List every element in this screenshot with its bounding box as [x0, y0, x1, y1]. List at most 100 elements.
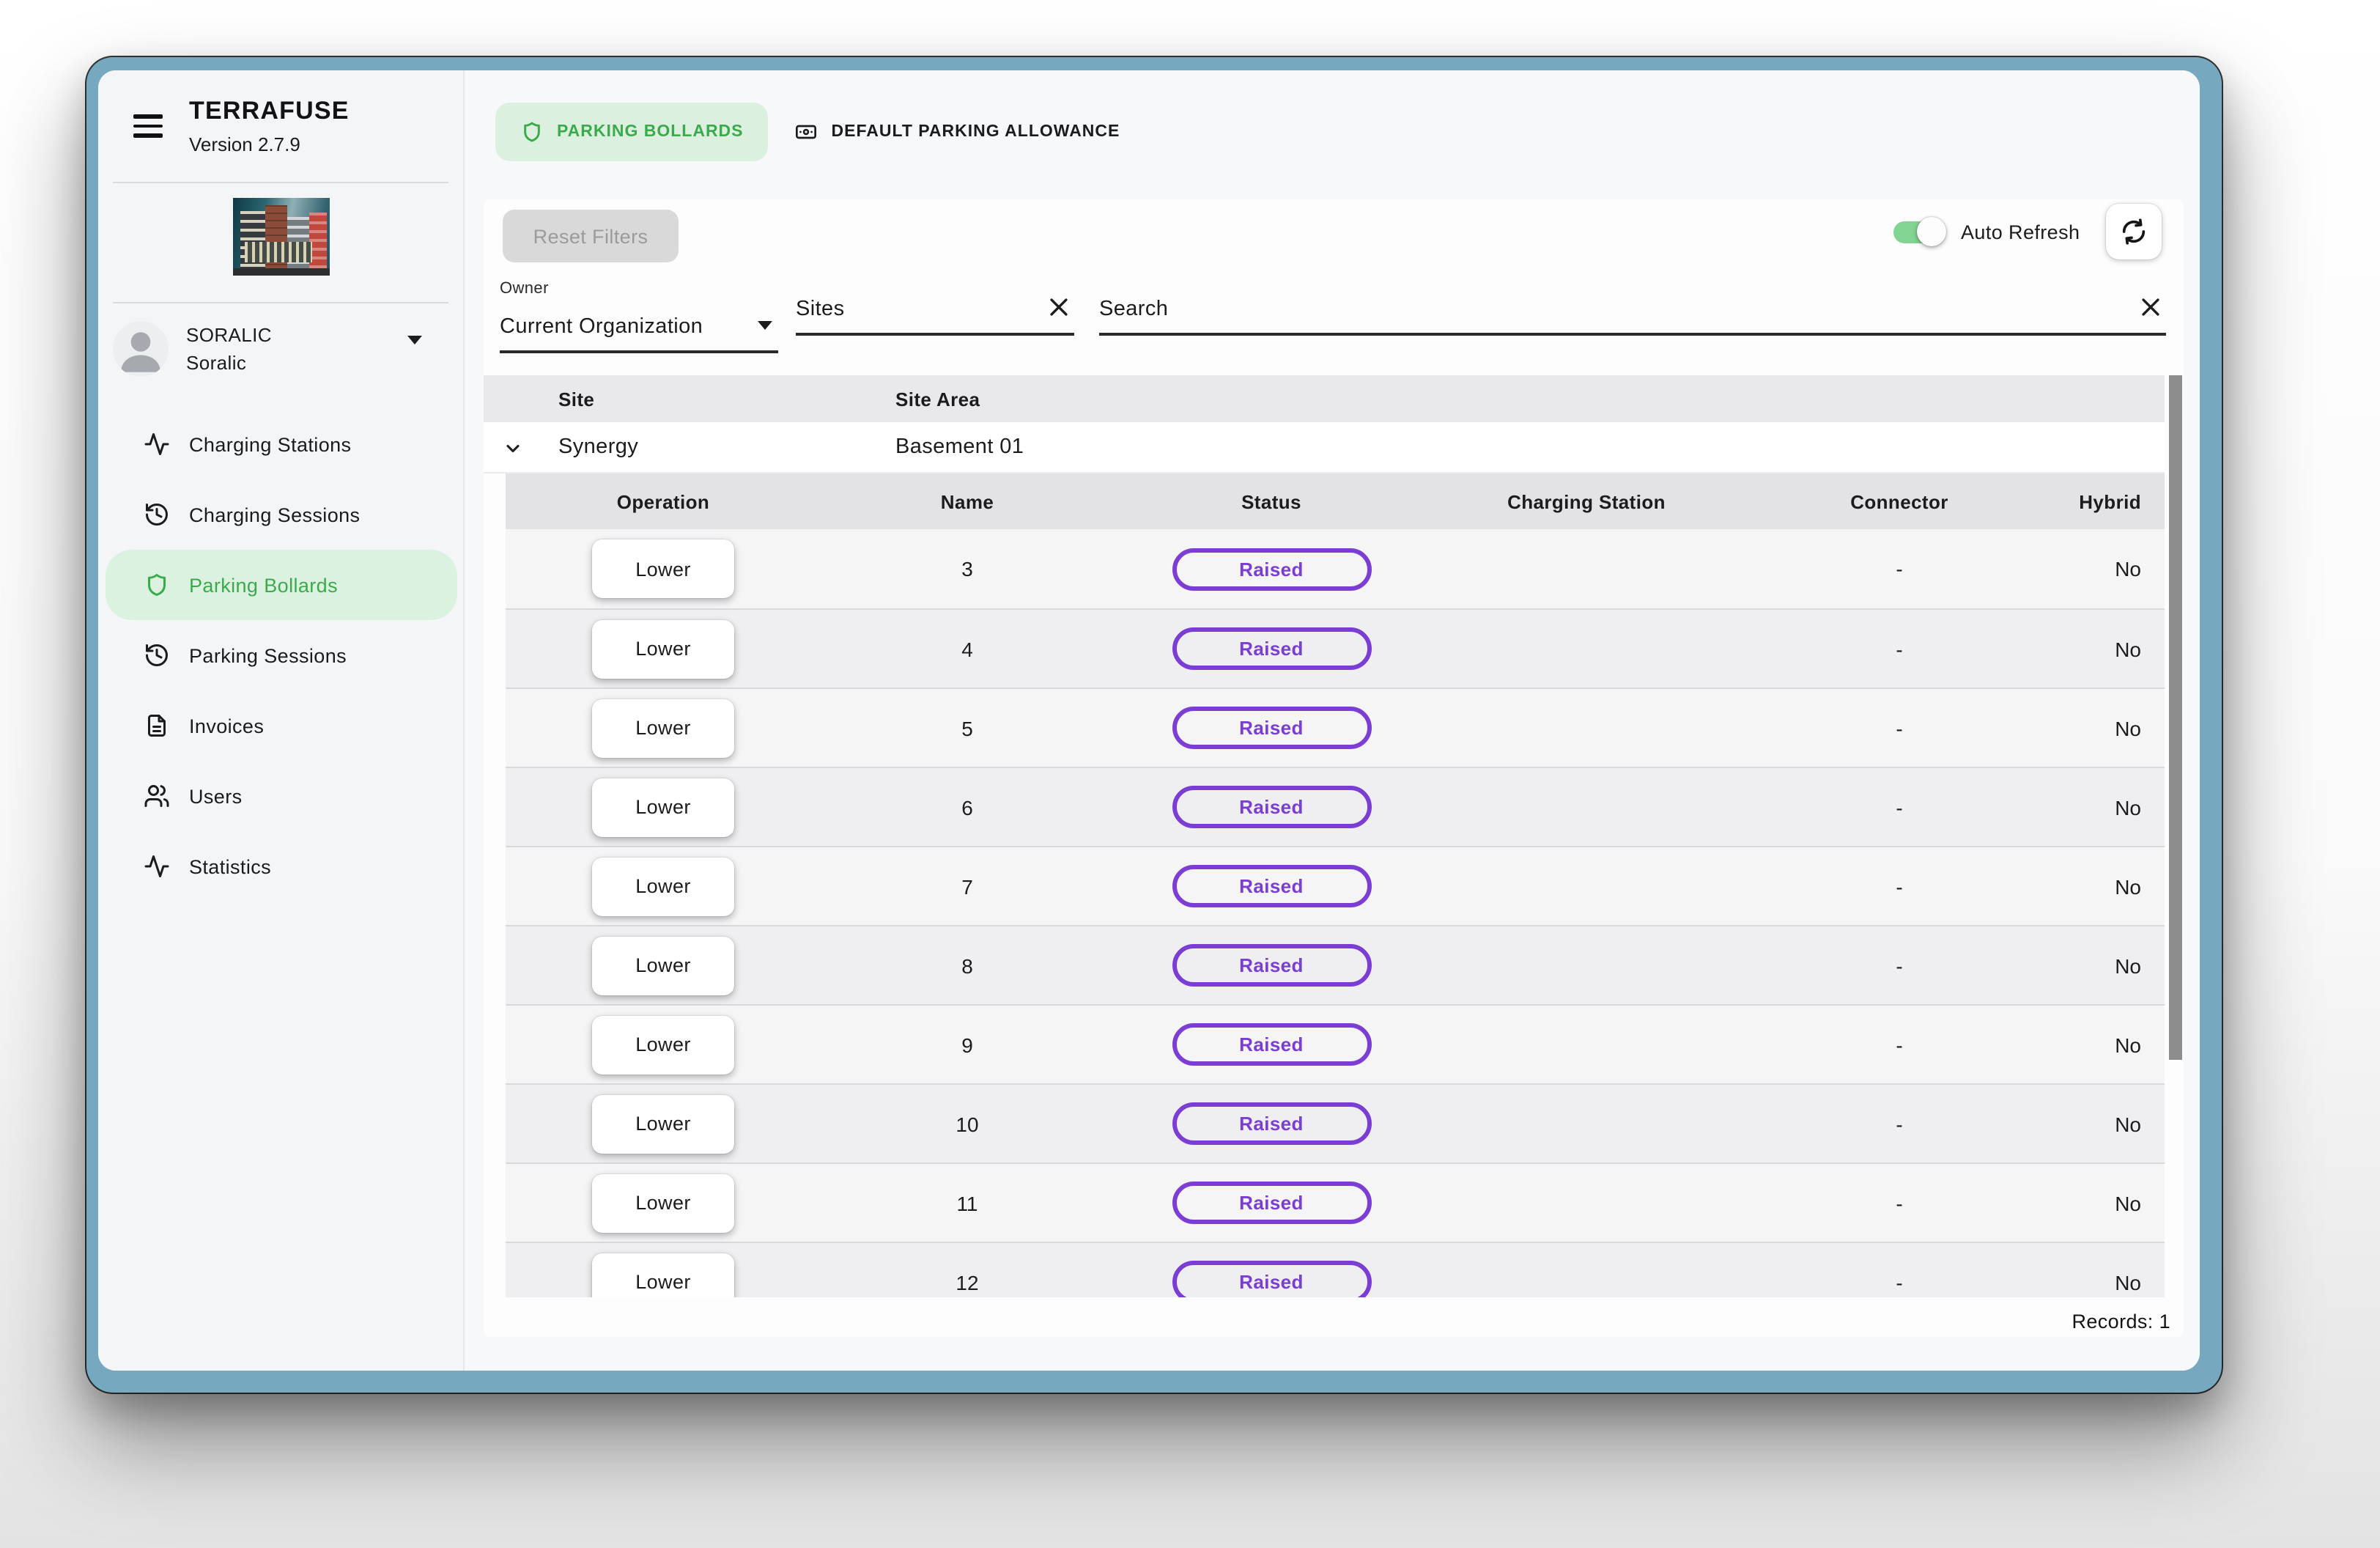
name-cell: 12 [821, 1270, 1114, 1294]
search-filter[interactable]: Search [1099, 292, 2166, 327]
outer-table-header: Site Site Area [484, 375, 2165, 422]
sites-filter[interactable]: Sites [796, 292, 1074, 327]
app-window: TERRAFUSE Version 2.7.9 [86, 57, 2222, 1393]
collapse-chevron-icon[interactable] [503, 438, 523, 459]
status-badge: Raised [1172, 1261, 1371, 1297]
sidebar-item-charging-stations[interactable]: Charging Stations [98, 409, 463, 479]
hybrid-cell: No [2055, 1270, 2165, 1294]
profile-user: Soralic [186, 352, 272, 374]
search-input[interactable]: Search [1099, 298, 1168, 321]
table-scrollbar-thumb[interactable] [2169, 375, 2182, 1060]
sidebar-item-label: Parking Bollards [189, 574, 338, 596]
auto-refresh-toggle[interactable] [1893, 221, 1943, 243]
toggle-knob [1917, 216, 1946, 246]
lower-button[interactable]: Lower [592, 778, 734, 836]
site-name: Synergy [558, 435, 638, 459]
field-underline [1099, 333, 2166, 336]
lower-button[interactable]: Lower [592, 699, 734, 757]
sidebar-item-statistics[interactable]: Statistics [98, 831, 463, 902]
table-row: Lower 3 Raised - No [506, 529, 2165, 608]
status-badge: Raised [1172, 865, 1371, 907]
owner-label: Owner [500, 280, 778, 298]
lower-button[interactable]: Lower [592, 539, 734, 598]
status-cell: Raised [1114, 627, 1429, 670]
profile-org: SORALIC [186, 324, 272, 346]
content-card: Reset Filters Auto Refresh [484, 199, 2184, 1337]
status-cell: Raised [1114, 1182, 1429, 1224]
owner-filter[interactable]: Owner Current Organization [500, 280, 778, 344]
hybrid-cell: No [2055, 874, 2165, 898]
clear-icon[interactable] [1046, 295, 1071, 320]
site-area-name: Basement 01 [895, 435, 1024, 459]
sidebar-item-parking-bollards[interactable]: Parking Bollards [106, 550, 457, 620]
hybrid-cell: No [2055, 557, 2165, 580]
status-badge: Raised [1172, 627, 1371, 670]
file-text-icon [144, 712, 170, 739]
reset-filters-button[interactable]: Reset Filters [503, 210, 679, 262]
connector-cell: - [1744, 557, 2055, 580]
column-header-name: Name [821, 490, 1114, 512]
status-cell: Raised [1114, 865, 1429, 907]
auto-refresh-control: Auto Refresh [1893, 211, 2080, 252]
sidebar-item-invoices[interactable]: Invoices [98, 690, 463, 761]
sidebar-item-label: Users [189, 785, 243, 807]
operation-cell: Lower [506, 936, 821, 995]
name-cell: 8 [821, 954, 1114, 977]
sidebar-item-label: Charging Sessions [189, 504, 360, 526]
lower-button[interactable]: Lower [592, 857, 734, 915]
operation-cell: Lower [506, 1253, 821, 1297]
menu-hamburger-icon[interactable] [133, 114, 163, 138]
sidebar-item-users[interactable]: Users [98, 761, 463, 831]
lower-button[interactable]: Lower [592, 1094, 734, 1153]
sidebar-item-charging-sessions[interactable]: Charging Sessions [98, 479, 463, 550]
connector-cell: - [1744, 1112, 2055, 1135]
lower-button[interactable]: Lower [592, 1253, 734, 1297]
status-badge: Raised [1172, 548, 1371, 590]
sites-input[interactable]: Sites [796, 298, 845, 321]
auto-refresh-label: Auto Refresh [1961, 221, 2080, 243]
desktop-background: TERRAFUSE Version 2.7.9 [0, 0, 2380, 1548]
records-count: Records: 1 [2072, 1311, 2170, 1333]
connector-cell: - [1744, 1033, 2055, 1056]
table-row: Lower 9 Raised - No [506, 1004, 2165, 1083]
person-icon [113, 321, 169, 377]
sidebar-item-parking-sessions[interactable]: Parking Sessions [98, 620, 463, 690]
clear-icon[interactable] [2138, 295, 2163, 320]
tab-default-parking-allowance[interactable]: DEFAULT PARKING ALLOWANCE [789, 103, 1126, 161]
profile-switcher[interactable]: SORALIC Soralic [98, 303, 463, 394]
status-cell: Raised [1114, 707, 1429, 749]
lower-button[interactable]: Lower [592, 1173, 734, 1232]
org-photo-wrap [98, 183, 463, 290]
status-badge: Raised [1172, 1023, 1371, 1066]
tab-label: DEFAULT PARKING ALLOWANCE [832, 123, 1120, 141]
connector-cell: - [1744, 716, 2055, 740]
connector-cell: - [1744, 954, 2055, 977]
field-underline [500, 350, 778, 353]
hybrid-cell: No [2055, 637, 2165, 660]
lower-button[interactable]: Lower [592, 619, 734, 678]
status-cell: Raised [1114, 1023, 1429, 1066]
refresh-button[interactable] [2106, 204, 2162, 259]
shield-icon [520, 120, 544, 144]
site-group-row[interactable]: Synergy Basement 01 [484, 422, 2165, 473]
operation-cell: Lower [506, 539, 821, 598]
hybrid-cell: No [2055, 1033, 2165, 1056]
connector-cell: - [1744, 1270, 2055, 1294]
chevron-down-icon[interactable] [407, 336, 422, 352]
tab-parking-bollards[interactable]: PARKING BOLLARDS [495, 103, 769, 161]
sidebar-item-label: Parking Sessions [189, 644, 347, 666]
main-content: PARKING BOLLARDS DEFAULT PARKING ALLOWAN… [465, 70, 2200, 1371]
table-row: Lower 7 Raised - No [506, 846, 2165, 925]
lower-button[interactable]: Lower [592, 936, 734, 995]
operation-cell: Lower [506, 1173, 821, 1232]
history-icon [144, 642, 170, 668]
site-column-header: Site [558, 388, 594, 410]
chevron-down-icon[interactable] [758, 321, 772, 337]
operation-cell: Lower [506, 619, 821, 678]
hybrid-cell: No [2055, 1191, 2165, 1215]
field-underline [796, 333, 1074, 336]
lower-button[interactable]: Lower [592, 1015, 734, 1074]
banknote-icon [795, 120, 818, 144]
connector-cell: - [1744, 874, 2055, 898]
activity-icon [144, 431, 170, 457]
